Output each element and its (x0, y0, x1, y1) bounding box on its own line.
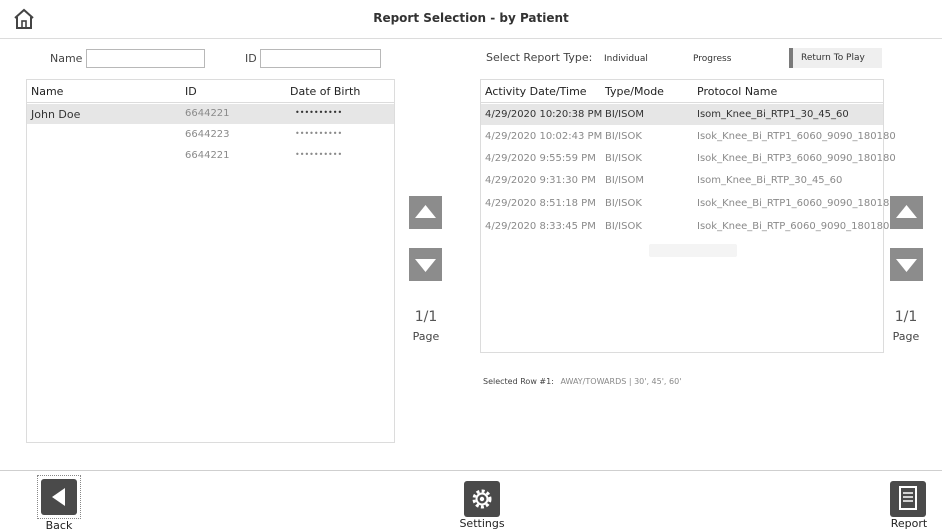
report-type-return-to-play[interactable]: Return To Play (789, 48, 882, 68)
patient-id: 6644221 (185, 150, 230, 161)
activity-list-header: Activity Date/Time Type/Mode Protocol Na… (481, 80, 883, 103)
patient-row[interactable]: 6644221 •••••••••• (27, 146, 394, 166)
column-header-name: Name (31, 85, 64, 98)
id-label: ID (245, 52, 257, 65)
column-header-type-mode: Type/Mode (605, 85, 664, 98)
selected-row-label: Selected Row #1: (483, 377, 554, 386)
report-type-label: Select Report Type: (486, 51, 593, 64)
activity-page-label: Page (892, 330, 920, 343)
activity-date: 4/29/2020 10:20:38 PM (485, 109, 603, 120)
activity-date: 4/29/2020 8:51:18 PM (485, 198, 596, 209)
arrow-up-icon (896, 205, 917, 218)
activity-row[interactable]: 4/29/2020 8:51:18 PM BI/ISOK Isok_Knee_B… (481, 193, 896, 214)
activity-page-number: 1/1 (894, 309, 918, 325)
id-search-input[interactable] (260, 49, 381, 68)
back-label: Back (45, 519, 73, 532)
arrow-up-icon (415, 205, 436, 218)
patient-name: John Doe (31, 108, 81, 121)
report-type-individual[interactable]: Individual (604, 54, 648, 64)
name-search-input[interactable] (86, 49, 205, 68)
patient-page-down-button[interactable] (409, 248, 442, 281)
patient-dob: •••••••••• (295, 108, 343, 117)
patient-dob: •••••••••• (295, 129, 343, 138)
activity-mode: BI/ISOK (605, 198, 642, 209)
page-title: Report Selection - by Patient (373, 11, 569, 25)
activity-mode: BI/ISOK (605, 131, 642, 142)
report-button[interactable] (890, 481, 926, 517)
activity-mode: BI/ISOK (605, 153, 642, 164)
settings-label: Settings (459, 517, 505, 530)
activity-protocol: Isok_Knee_Bi_RTP1_6060_9090_180180 (697, 198, 896, 209)
drag-hint (649, 244, 737, 257)
patient-id: 6644223 (185, 129, 230, 140)
arrow-down-icon (896, 259, 917, 272)
patient-list: Name ID Date of Birth John Doe 6644221 •… (26, 79, 395, 443)
activity-list: Activity Date/Time Type/Mode Protocol Na… (480, 79, 896, 353)
report-type-progress[interactable]: Progress (693, 54, 731, 64)
report-label: Report (890, 517, 928, 530)
patient-list-header: Name ID Date of Birth (27, 80, 394, 103)
patient-dob: •••••••••• (295, 150, 343, 159)
patient-page-label: Page (412, 330, 440, 343)
activity-protocol: Isom_Knee_Bi_RTP_30_45_60 (697, 175, 843, 186)
activity-protocol: Isok_Knee_Bi_RTP3_6060_9090_180180 (697, 153, 896, 164)
column-header-dob: Date of Birth (290, 85, 361, 98)
column-header-protocol: Protocol Name (697, 85, 778, 98)
column-header-id: ID (185, 85, 197, 98)
activity-page-up-button[interactable] (890, 196, 923, 229)
activity-date: 4/29/2020 9:31:30 PM (485, 175, 596, 186)
activity-mode: BI/ISOK (605, 221, 642, 232)
selected-row-value: AWAY/TOWARDS | 30', 45', 60' (560, 377, 682, 386)
patient-page-number: 1/1 (414, 309, 438, 325)
selected-row-info: Selected Row #1: AWAY/TOWARDS | 30', 45'… (483, 377, 681, 386)
activity-mode: BI/ISOM (605, 109, 644, 120)
settings-button[interactable] (464, 481, 500, 517)
activity-protocol: Isok_Knee_Bi_RTP_6060_9090_180180 (697, 221, 890, 232)
arrow-down-icon (415, 259, 436, 272)
name-label: Name (50, 52, 83, 65)
activity-page-down-button[interactable] (890, 248, 923, 281)
activity-row[interactable]: 4/29/2020 9:55:59 PM BI/ISOK Isok_Knee_B… (481, 148, 896, 169)
report-document-icon (899, 486, 917, 510)
activity-date: 4/29/2020 8:33:45 PM (485, 221, 596, 232)
patient-row[interactable]: John Doe 6644221 •••••••••• (27, 104, 394, 124)
patient-row[interactable]: 6644223 •••••••••• (27, 125, 394, 145)
back-button[interactable] (37, 475, 81, 519)
activity-protocol: Isom_Knee_Bi_RTP1_30_45_60 (697, 109, 849, 120)
activity-row[interactable]: 4/29/2020 10:20:38 PM BI/ISOM Isom_Knee_… (481, 104, 883, 125)
activity-protocol: Isok_Knee_Bi_RTP1_6060_9090_180180 (697, 131, 896, 142)
patient-id: 6644221 (185, 108, 230, 119)
activity-row[interactable]: 4/29/2020 8:33:45 PM BI/ISOK Isok_Knee_B… (481, 216, 889, 237)
activity-row[interactable]: 4/29/2020 9:31:30 PM BI/ISOM Isom_Knee_B… (481, 170, 883, 191)
patient-page-up-button[interactable] (409, 196, 442, 229)
activity-date: 4/29/2020 10:02:43 PM (485, 131, 603, 142)
activity-mode: BI/ISOM (605, 175, 644, 186)
back-arrow-icon (41, 479, 77, 515)
gear-icon (472, 489, 492, 509)
activity-row[interactable]: 4/29/2020 10:02:43 PM BI/ISOK Isok_Knee_… (481, 126, 896, 147)
activity-date: 4/29/2020 9:55:59 PM (485, 153, 596, 164)
column-header-activity-date: Activity Date/Time (485, 85, 587, 98)
